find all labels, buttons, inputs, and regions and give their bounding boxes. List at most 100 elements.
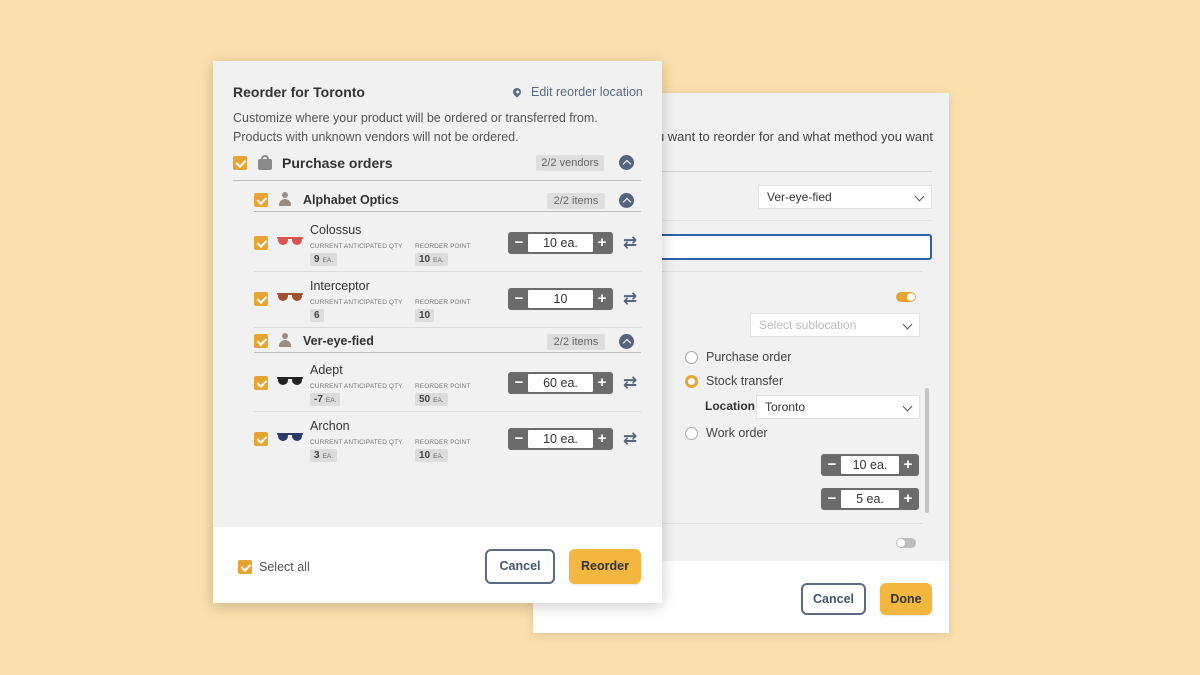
increment-button[interactable]: + <box>899 456 917 474</box>
current-qty-value: 9 <box>314 254 320 265</box>
scrollbar[interactable] <box>925 388 929 513</box>
quantity-value[interactable]: 10 ea. <box>528 234 593 252</box>
radio-label: Purchase order <box>706 350 792 364</box>
modal-description: Customize where your product will be ord… <box>233 109 633 147</box>
reorder-point-value: 10 <box>419 450 431 461</box>
reorder-modal: Reorder for Toronto Edit reorder locatio… <box>213 61 662 603</box>
unit-label: EA. <box>433 397 444 404</box>
transfer-icon[interactable]: ⇄ <box>620 290 640 308</box>
increment-button[interactable]: + <box>593 430 611 448</box>
reorder-point-chip: 10 EA. <box>415 449 448 462</box>
quantity-value[interactable]: 10 <box>528 290 593 308</box>
vendor-checkbox[interactable] <box>254 334 268 348</box>
product-checkbox[interactable] <box>254 376 268 390</box>
quantity-value[interactable]: 10 ea. <box>841 456 899 474</box>
current-qty-chip: 3 EA. <box>310 449 338 462</box>
quantity-stepper: −10 ea. + <box>508 428 613 450</box>
increment-button[interactable]: + <box>593 290 611 308</box>
reorder-point-label: REORDER POINT <box>415 383 471 390</box>
reorder-point-chip: 50 EA. <box>415 393 448 406</box>
sunglasses-icon <box>277 237 303 247</box>
reorder-point-label: REORDER POINT <box>415 243 471 250</box>
divider <box>254 352 641 353</box>
done-button[interactable]: Done <box>880 583 932 615</box>
reorder-point-value: 10 <box>419 310 431 321</box>
product-name: Interceptor <box>310 279 370 293</box>
unit-label: EA. <box>433 453 444 460</box>
divider <box>233 180 641 181</box>
transfer-icon[interactable]: ⇄ <box>620 234 640 252</box>
qty-label: CURRENT ANTICIPATED QTY <box>310 439 403 446</box>
product-checkbox[interactable] <box>254 292 268 306</box>
transfer-icon[interactable]: ⇄ <box>620 430 640 448</box>
sunglasses-icon <box>277 433 303 443</box>
unit-label: EA. <box>325 397 337 404</box>
description-line: Products with unknown vendors will not b… <box>233 130 519 144</box>
decrement-button[interactable]: − <box>510 234 528 252</box>
radio-work-order[interactable]: Work order <box>685 426 768 440</box>
qty-label: CURRENT ANTICIPATED QTY <box>310 243 403 250</box>
increment-button[interactable]: + <box>899 490 917 508</box>
edit-reorder-location-link[interactable]: Edit reorder location <box>511 85 643 99</box>
cancel-button[interactable]: Cancel <box>485 549 555 584</box>
decrement-button[interactable]: − <box>510 374 528 392</box>
radio-circle-selected <box>685 374 698 388</box>
radio-label: Work order <box>706 426 768 440</box>
checkbox <box>238 560 252 574</box>
current-qty-chip: 6 <box>310 309 324 322</box>
quantity-value[interactable]: 60 ea. <box>528 374 593 392</box>
increment-button[interactable]: + <box>593 374 611 392</box>
decrement-button[interactable]: − <box>510 430 528 448</box>
vendor-checkbox[interactable] <box>254 193 268 207</box>
decrement-button[interactable]: − <box>510 290 528 308</box>
sunglasses-icon <box>277 293 303 303</box>
collapse-icon[interactable] <box>619 334 634 349</box>
quantity-value[interactable]: 10 ea. <box>528 430 593 448</box>
decrement-button[interactable]: − <box>823 456 841 474</box>
select-all-checkbox[interactable]: Select all <box>238 560 310 574</box>
decrement-button[interactable]: − <box>823 490 841 508</box>
cancel-button[interactable]: Cancel <box>801 583 866 615</box>
collapse-icon[interactable] <box>619 155 634 170</box>
unit-label: EA. <box>433 257 444 264</box>
location-pin-icon <box>511 86 523 98</box>
item-count-badge: 2/2 items <box>547 334 605 350</box>
product-name: Colossus <box>310 223 362 237</box>
chevron-down-icon <box>914 191 925 202</box>
secondary-toggle[interactable] <box>896 538 916 548</box>
vendor-name: Ver-eye-fied <box>303 334 374 348</box>
radio-purchase-order[interactable]: Purchase order <box>685 350 791 364</box>
reorder-point-label: REORDER POINT <box>415 439 471 446</box>
quantity-stepper: −60 ea. + <box>508 372 613 394</box>
select-all-label: Select all <box>259 560 310 574</box>
divider <box>254 211 641 212</box>
reorder-button[interactable]: Reorder <box>569 549 641 584</box>
increment-button[interactable]: + <box>593 234 611 252</box>
qty-label: CURRENT ANTICIPATED QTY <box>310 383 403 390</box>
enable-toggle[interactable] <box>896 292 916 302</box>
sunglasses-icon <box>277 377 303 387</box>
location-select[interactable]: Toronto <box>756 395 920 419</box>
vendor-name: Alphabet Optics <box>303 193 399 207</box>
radio-stock-transfer[interactable]: Stock transfer <box>685 374 783 388</box>
product-checkbox[interactable] <box>254 236 268 250</box>
quantity-stepper: −10 + <box>508 288 613 310</box>
transfer-icon[interactable]: ⇄ <box>620 374 640 392</box>
shopping-bag-icon <box>258 155 272 170</box>
sublocation-select[interactable]: Select sublocation <box>750 313 920 337</box>
vendor-select[interactable]: Ver-eye-fied <box>758 185 932 209</box>
location-value: Toronto <box>765 400 806 414</box>
quantity-value[interactable]: 5 ea. <box>841 490 899 508</box>
product-name: Adept <box>310 363 343 377</box>
product-row: Colossus CURRENT ANTICIPATED QTY REORDER P… <box>213 215 662 271</box>
reorder-point-label: REORDER POINT <box>415 299 471 306</box>
product-name: Archon <box>310 419 350 433</box>
product-checkbox[interactable] <box>254 432 268 446</box>
sublocation-placeholder: Select sublocation <box>759 318 857 332</box>
purchase-orders-checkbox[interactable] <box>233 156 247 170</box>
reorder-point-chip: 10 <box>415 309 435 322</box>
collapse-icon[interactable] <box>619 193 634 208</box>
current-qty-chip: -7 EA. <box>310 393 341 406</box>
quantity-stepper: −10 ea. + <box>508 232 613 254</box>
edit-reorder-location-label: Edit reorder location <box>531 85 643 99</box>
